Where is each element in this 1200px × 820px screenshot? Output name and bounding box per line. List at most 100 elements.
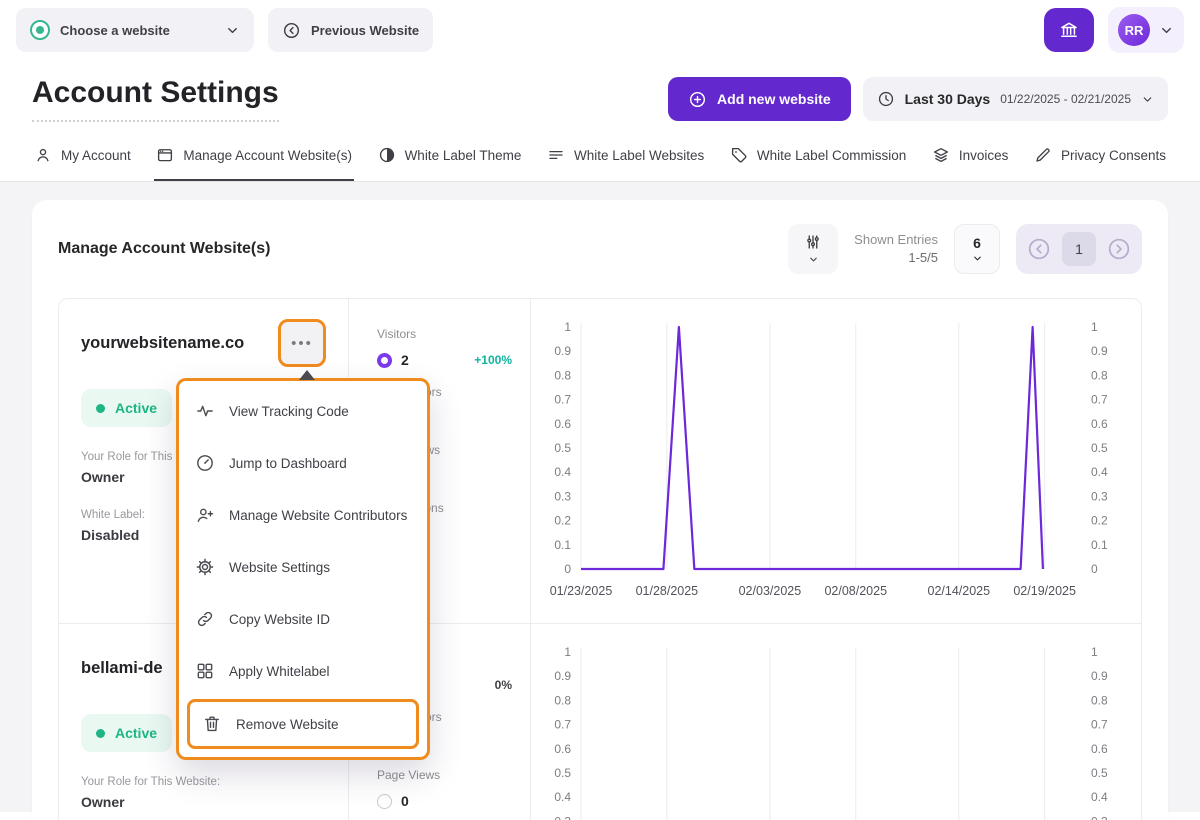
browser-icon (156, 146, 174, 164)
building-icon (1059, 20, 1079, 40)
previous-website-label: Previous Website (311, 23, 419, 38)
website-selector[interactable]: Choose a website (16, 8, 254, 52)
menu-item-manage-contributors[interactable]: Manage Website Contributors (179, 489, 427, 541)
stat-visitors: Visitors 2 +100% (349, 325, 530, 370)
card-title: Manage Account Website(s) (58, 240, 270, 258)
page-size-value: 6 (973, 235, 981, 251)
menu-item-label: Apply Whitelabel (229, 664, 330, 679)
svg-text:02/19/2025: 02/19/2025 (1013, 584, 1076, 598)
menu-item-website-settings[interactable]: Website Settings (179, 541, 427, 593)
contrast-icon (378, 146, 396, 164)
link-icon (195, 609, 215, 629)
website-chart-area: 01/23/202501/28/202502/03/202502/08/2025… (531, 624, 1143, 820)
svg-text:02/14/2025: 02/14/2025 (928, 584, 991, 598)
tab-label: Invoices (959, 148, 1009, 163)
visitors-chart: 01/23/202501/28/202502/03/202502/08/2025… (531, 311, 1143, 603)
website-logo-icon (30, 20, 50, 40)
shown-entries-value: 1-5/5 (908, 249, 938, 267)
menu-item-label: View Tracking Code (229, 404, 349, 419)
svg-text:0.6: 0.6 (554, 417, 571, 431)
svg-text:01/23/2025: 01/23/2025 (550, 584, 613, 598)
tag-icon (730, 146, 748, 164)
tab-privacy-consents[interactable]: Privacy Consents (1032, 136, 1168, 181)
metric-radio[interactable] (377, 353, 392, 368)
svg-text:0.1: 0.1 (1091, 538, 1108, 552)
arrow-right-circle-icon (1106, 236, 1132, 262)
pagination: 1 (1016, 224, 1142, 274)
avatar: RR (1118, 14, 1150, 46)
svg-text:0: 0 (564, 562, 571, 576)
tab-label: My Account (61, 148, 131, 163)
menu-item-label: Copy Website ID (229, 612, 330, 627)
svg-text:0.7: 0.7 (1091, 393, 1108, 407)
settings-tabs: My Account Manage Account Website(s) Whi… (0, 128, 1200, 182)
status-badge: Active (81, 714, 172, 752)
content: Manage Account Website(s) Shown Entries … (0, 182, 1200, 812)
current-page[interactable]: 1 (1062, 232, 1096, 266)
svg-text:0.6: 0.6 (554, 742, 571, 756)
website-name: bellami-de (81, 659, 163, 678)
tab-label: White Label Commission (757, 148, 906, 163)
role-value: Owner (81, 794, 326, 810)
tab-label: White Label Websites (574, 148, 704, 163)
previous-website-button[interactable]: Previous Website (268, 8, 433, 52)
filter-button[interactable] (788, 224, 838, 274)
tab-label: White Label Theme (405, 148, 522, 163)
tab-label: Manage Account Website(s) (183, 148, 352, 163)
layers-icon (932, 146, 950, 164)
tab-white-label-theme[interactable]: White Label Theme (376, 136, 524, 181)
svg-text:0.2: 0.2 (554, 514, 571, 528)
card-controls: Shown Entries 1-5/5 6 1 (788, 224, 1142, 274)
row-actions-button[interactable]: ••• (278, 319, 326, 367)
website-name: yourwebsitename.co (81, 334, 244, 353)
svg-text:0.4: 0.4 (1091, 465, 1108, 479)
previous-icon (282, 21, 301, 40)
svg-text:0.3: 0.3 (1091, 814, 1108, 820)
ellipsis-icon: ••• (291, 335, 313, 352)
svg-text:02/08/2025: 02/08/2025 (824, 584, 887, 598)
gauge-icon (195, 453, 215, 473)
chevron-down-icon (1141, 93, 1154, 106)
website-selector-label: Choose a website (60, 23, 170, 38)
svg-text:0.4: 0.4 (554, 790, 571, 804)
svg-text:1: 1 (564, 645, 571, 659)
svg-text:0.5: 0.5 (1091, 766, 1108, 780)
user-icon (34, 146, 52, 164)
date-range-picker[interactable]: Last 30 Days 01/22/2025 - 02/21/2025 (863, 77, 1168, 121)
organization-button[interactable] (1044, 8, 1094, 52)
svg-text:0.4: 0.4 (554, 465, 571, 479)
page-size-select[interactable]: 6 (954, 224, 1000, 274)
menu-item-apply-whitelabel[interactable]: Apply Whitelabel (179, 645, 427, 697)
shown-entries-label: Shown Entries (854, 231, 938, 249)
menu-item-copy-website-id[interactable]: Copy Website ID (179, 593, 427, 645)
chevron-down-icon (225, 23, 240, 38)
add-website-button[interactable]: Add new website (668, 77, 851, 121)
tab-white-label-websites[interactable]: White Label Websites (545, 136, 706, 181)
tab-manage-websites[interactable]: Manage Account Website(s) (154, 136, 354, 181)
chevron-down-icon (1159, 23, 1174, 38)
svg-text:1: 1 (564, 320, 571, 334)
menu-item-remove-website[interactable]: Remove Website (190, 702, 416, 746)
tab-my-account[interactable]: My Account (32, 136, 133, 181)
arrow-left-circle-icon (1026, 236, 1052, 262)
status-dot-icon (96, 404, 105, 413)
menu-item-jump-to-dashboard[interactable]: Jump to Dashboard (179, 437, 427, 489)
svg-text:0.8: 0.8 (554, 693, 571, 707)
stat-label: Page Views (377, 768, 440, 782)
tab-white-label-commission[interactable]: White Label Commission (728, 136, 908, 181)
pen-icon (1034, 146, 1052, 164)
chevron-down-icon (972, 253, 983, 264)
role-meta: Your Role for This Website: Owner (81, 776, 326, 810)
next-page-button[interactable] (1106, 236, 1132, 262)
prev-page-button[interactable] (1026, 236, 1052, 262)
svg-text:1: 1 (1091, 645, 1098, 659)
shown-entries: Shown Entries 1-5/5 (854, 231, 938, 267)
metric-radio[interactable] (377, 794, 392, 809)
svg-text:0.5: 0.5 (1091, 441, 1108, 455)
tab-invoices[interactable]: Invoices (930, 136, 1011, 181)
account-menu-button[interactable]: RR (1108, 7, 1184, 53)
menu-item-view-tracking-code[interactable]: View Tracking Code (179, 385, 427, 437)
menu-item-label: Remove Website (236, 717, 339, 732)
svg-text:0.3: 0.3 (554, 489, 571, 503)
date-range-label: Last 30 Days (905, 91, 991, 107)
